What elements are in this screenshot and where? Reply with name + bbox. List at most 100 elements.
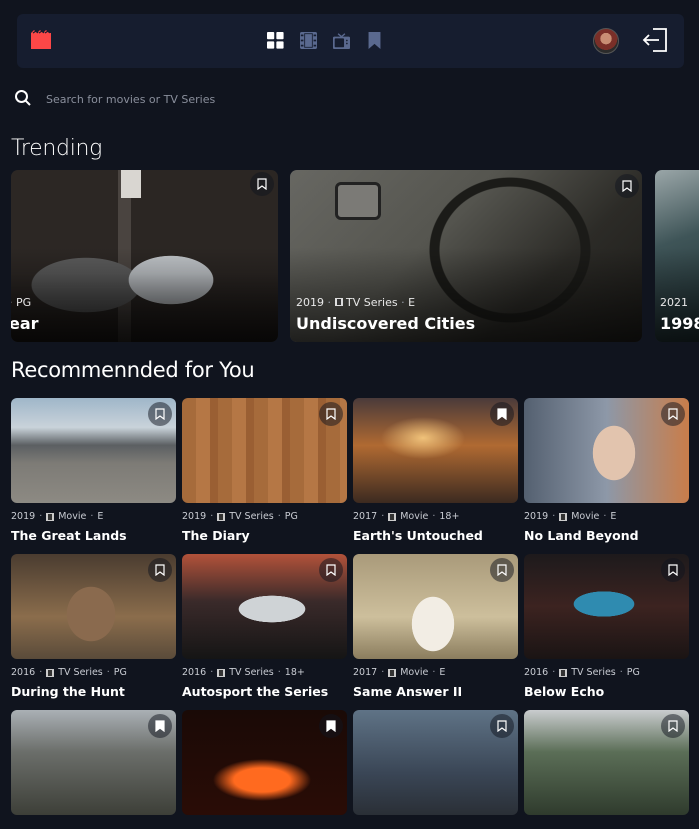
media-title[interactable]: Autosport the Series (182, 684, 347, 699)
bookmark-button[interactable] (319, 402, 343, 426)
bookmark-icon[interactable] (366, 32, 383, 49)
media-card[interactable]: 2019 · TV Series · PG The Diary (182, 398, 347, 543)
separator: · (552, 667, 556, 678)
film-category-icon (46, 512, 55, 521)
category: TV Series (58, 667, 103, 678)
trending-card[interactable]: · PG ear (11, 170, 278, 342)
grid-icon[interactable] (267, 32, 284, 49)
bookmark-button[interactable] (319, 558, 343, 582)
trending-meta: 2021 (660, 296, 688, 309)
rating: PG (16, 296, 32, 309)
bookmark-outline-icon (668, 564, 678, 576)
rating: E (408, 296, 416, 309)
media-meta: 2016 · TV Series · PG (524, 667, 689, 678)
media-thumbnail[interactable] (11, 398, 176, 503)
media-card[interactable] (524, 710, 689, 829)
year: 2017 (353, 511, 378, 522)
category: TV Series (571, 667, 616, 678)
media-card[interactable]: 2019 · Movie · E No Land Beyond (524, 398, 689, 543)
media-thumbnail[interactable] (182, 554, 347, 659)
bookmark-outline-icon (257, 178, 267, 190)
bookmark-button[interactable] (661, 402, 685, 426)
film-icon[interactable] (300, 32, 317, 49)
rating: 18+ (284, 667, 305, 678)
logout-icon[interactable] (641, 26, 669, 54)
separator: · (210, 667, 214, 678)
rating: PG (113, 667, 127, 678)
media-card[interactable] (182, 710, 347, 829)
media-card[interactable] (353, 710, 518, 829)
bookmark-button[interactable] (148, 402, 172, 426)
top-nav-bar (17, 14, 684, 68)
tv-category-icon (217, 668, 226, 677)
category: Movie (58, 511, 87, 522)
separator: · (106, 667, 110, 678)
bookmark-button[interactable] (490, 402, 514, 426)
media-title[interactable]: No Land Beyond (524, 528, 689, 543)
separator: · (432, 511, 436, 522)
year: 2017 (353, 667, 378, 678)
media-meta: 2016 · TV Series · PG (11, 667, 176, 678)
trending-heading: Trending (11, 136, 103, 161)
year: 2019 (182, 511, 207, 522)
separator: · (210, 511, 214, 522)
media-title[interactable]: During the Hunt (11, 684, 176, 699)
trending-card-shade (11, 170, 278, 342)
category: Movie (571, 511, 600, 522)
media-thumbnail[interactable] (353, 554, 518, 659)
media-title[interactable]: The Great Lands (11, 528, 176, 543)
media-title[interactable]: Below Echo (524, 684, 689, 699)
separator: · (277, 511, 281, 522)
separator: · (619, 667, 623, 678)
tv-icon[interactable] (333, 32, 350, 49)
search-input[interactable] (46, 88, 646, 110)
media-thumbnail[interactable] (11, 710, 176, 815)
rating: PG (284, 511, 298, 522)
media-card[interactable]: 2016 · TV Series · PG During the Hunt (11, 554, 176, 699)
media-thumbnail[interactable] (182, 398, 347, 503)
year: 2019 (11, 511, 36, 522)
media-card[interactable]: 2017 · Movie · E Same Answer II (353, 554, 518, 699)
bookmark-button[interactable] (615, 174, 639, 198)
category: TV Series (229, 511, 274, 522)
tv-category-icon (217, 512, 226, 521)
avatar[interactable] (593, 28, 619, 54)
media-card[interactable]: 2016 · TV Series · PG Below Echo (524, 554, 689, 699)
rating: E (439, 667, 446, 678)
media-card[interactable]: 2019 · Movie · E The Great Lands (11, 398, 176, 543)
bookmark-outline-icon (326, 564, 336, 576)
media-thumbnail[interactable] (11, 554, 176, 659)
media-thumbnail[interactable] (353, 398, 518, 503)
media-thumbnail[interactable] (353, 710, 518, 815)
film-category-icon (388, 512, 397, 521)
media-title[interactable]: Same Answer II (353, 684, 518, 699)
separator: · (603, 511, 607, 522)
bookmark-button[interactable] (661, 714, 685, 738)
bookmark-button[interactable] (490, 714, 514, 738)
media-thumbnail[interactable] (524, 554, 689, 659)
rating: 18+ (439, 511, 460, 522)
trending-card[interactable]: 2021 1998 (655, 170, 699, 342)
bookmark-button[interactable] (148, 714, 172, 738)
bookmark-button[interactable] (319, 714, 343, 738)
trending-meta: · PG (11, 296, 31, 309)
year: 2019 (296, 296, 324, 309)
bookmark-button[interactable] (661, 558, 685, 582)
media-thumbnail[interactable] (524, 398, 689, 503)
media-title[interactable]: Earth's Untouched (353, 528, 518, 543)
media-thumbnail[interactable] (524, 710, 689, 815)
trending-card[interactable]: 2019 · TV Series · E Undiscovered Cities (290, 170, 642, 342)
bookmark-filled-icon (155, 720, 165, 732)
media-title[interactable]: The Diary (182, 528, 347, 543)
movie-clapper-icon[interactable] (29, 28, 53, 52)
film-category-icon (559, 512, 568, 521)
nav-menu (267, 32, 383, 49)
media-card[interactable] (11, 710, 176, 829)
media-card[interactable]: 2016 · TV Series · 18+ Autosport the Series (182, 554, 347, 699)
bookmark-button[interactable] (250, 172, 274, 196)
media-card[interactable]: 2017 · Movie · 18+ Earth's Untouched (353, 398, 518, 543)
media-thumbnail[interactable] (182, 710, 347, 815)
recommended-heading: Recommennded for You (11, 358, 255, 382)
bookmark-button[interactable] (490, 558, 514, 582)
bookmark-button[interactable] (148, 558, 172, 582)
